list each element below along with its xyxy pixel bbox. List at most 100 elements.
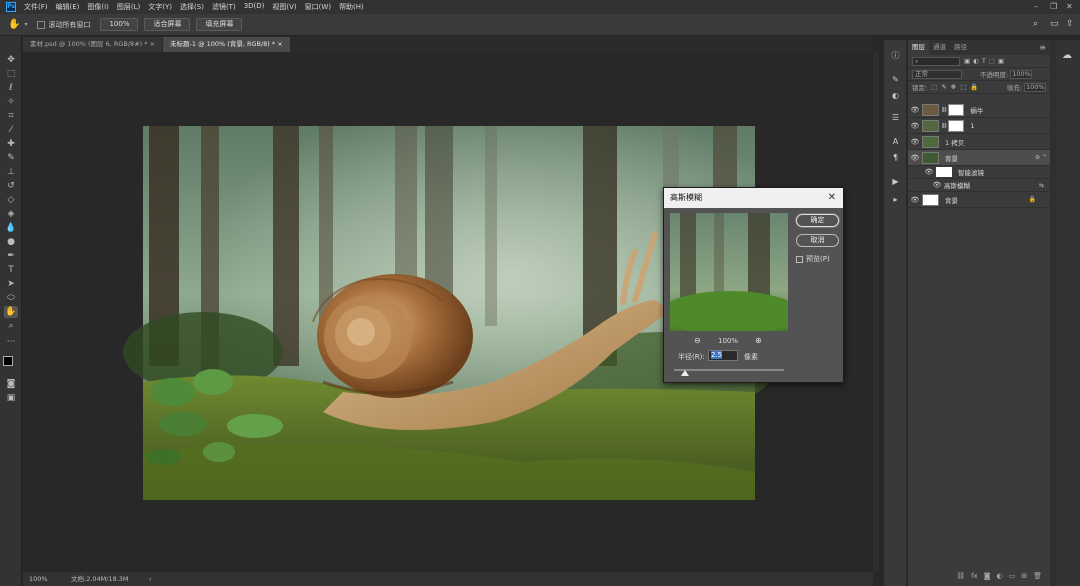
group-icon[interactable]: ▭ — [1009, 572, 1016, 582]
shape-tool-icon[interactable]: ⬭ — [4, 292, 18, 304]
blur-tool-icon[interactable]: 💧 — [4, 222, 18, 234]
eyedropper-icon[interactable]: ⁄ — [4, 124, 18, 136]
tab-document-1[interactable]: 素材.psd @ 100% (图层 6, RGB/8#) * × — [23, 37, 163, 52]
move-tool-icon[interactable]: ✥ — [4, 54, 18, 66]
radius-input[interactable]: 2.5 — [708, 350, 738, 361]
blend-mode-select[interactable]: 正常 — [912, 69, 962, 79]
menu-item-7[interactable]: 3D(D) — [244, 2, 265, 12]
crop-tool-icon[interactable]: ⌗ — [4, 110, 18, 122]
clone-stamp-icon[interactable]: ⊥ — [4, 166, 18, 178]
menu-item-8[interactable]: 视图(V) — [272, 2, 296, 12]
actions-icon[interactable]: ▶ — [890, 176, 901, 187]
visibility-eye-icon[interactable]: 👁 — [908, 122, 922, 130]
libraries-icon[interactable]: ☁ — [1062, 50, 1072, 61]
scroll-all-windows-checkbox[interactable]: 滚动所有窗口 — [37, 20, 90, 30]
screen-mode-icon[interactable]: ▣ — [4, 392, 18, 404]
zoom-in-icon[interactable]: ⊕ — [755, 336, 762, 345]
layer-1-copy[interactable]: 👁 1 拷贝 — [908, 134, 1050, 150]
menu-item-5[interactable]: 选择(S) — [180, 2, 204, 12]
workspace-icon[interactable]: ▭ — [1050, 19, 1059, 29]
link-layers-icon[interactable]: ⛓ — [956, 572, 965, 582]
menu-item-2[interactable]: 图像(I) — [87, 2, 109, 12]
marquee-tool-icon[interactable]: ⬚ — [4, 68, 18, 80]
zoom-100-button[interactable]: 100% — [100, 18, 139, 31]
hand-tool-icon[interactable]: ✋ — [8, 19, 20, 30]
filter-options-icon[interactable]: ⇆ — [1039, 182, 1044, 189]
smart-filters-row[interactable]: 👁 智能滤镜 — [908, 166, 1050, 179]
layer-mask-thumbnail[interactable] — [948, 119, 965, 132]
fx-icon[interactable]: fx — [971, 572, 978, 582]
menu-item-1[interactable]: 编辑(E) — [56, 2, 80, 12]
lasso-tool-icon[interactable]: ℓ — [4, 82, 18, 94]
magic-wand-icon[interactable]: ✧ — [4, 96, 18, 108]
tab-paths[interactable]: 路径 — [950, 40, 971, 55]
paragraph-icon[interactable]: ¶ — [890, 152, 901, 163]
layer-mask-thumbnail[interactable] — [948, 103, 965, 116]
more-tools-icon[interactable]: ··· — [4, 336, 18, 348]
layer-snail[interactable]: 👁 ⛓ 蜗牛 — [908, 102, 1050, 118]
quick-mask-icon[interactable]: ◙ — [4, 378, 18, 390]
close-icon[interactable]: ✕ — [828, 188, 836, 208]
opacity-input[interactable]: 100% — [1010, 69, 1033, 79]
fit-screen-button[interactable]: 适合屏幕 — [144, 18, 191, 31]
hand-tool-icon[interactable]: ✋ — [4, 306, 18, 318]
preview-checkbox[interactable]: 预览(P) — [796, 254, 830, 264]
visibility-eye-icon[interactable]: 👁 — [908, 138, 922, 146]
cancel-button[interactable]: 取消 — [796, 234, 839, 247]
filter-type-icons[interactable]: ▣◐T⬚▣ — [964, 57, 1007, 65]
close-icon[interactable]: ✕ — [1066, 2, 1073, 11]
adjustment-layer-icon[interactable]: ◐ — [997, 572, 1003, 582]
radius-slider-track[interactable] — [674, 369, 784, 371]
path-select-icon[interactable]: ➤ — [4, 278, 18, 290]
brush-settings-icon[interactable]: ✎ — [890, 74, 901, 85]
visibility-eye-icon[interactable]: 👁 — [930, 181, 944, 189]
healing-brush-icon[interactable]: ✚ — [4, 138, 18, 150]
smart-filter-badge-icon[interactable]: ⊛ — [1035, 154, 1040, 161]
paint-bucket-icon[interactable]: ◈ — [4, 208, 18, 220]
photoshop-logo[interactable]: Ps — [6, 2, 16, 12]
info-icon[interactable]: ⓘ — [890, 50, 901, 61]
fill-input[interactable]: 100% — [1024, 82, 1046, 92]
canvas-vertical-scrollbar[interactable] — [873, 52, 879, 572]
collapse-caret-icon[interactable]: ⌃ — [1042, 154, 1047, 161]
menu-item-10[interactable]: 帮助(H) — [339, 2, 364, 12]
character-icon[interactable]: A — [890, 136, 901, 147]
layer-background-smart[interactable]: 👁 背景 ⊛ ⌃ — [908, 150, 1050, 166]
smart-filter-gaussian-blur[interactable]: 👁 高斯模糊 ⇆ — [908, 179, 1050, 192]
pen-tool-icon[interactable]: ✒ — [4, 250, 18, 262]
zoom-tool-icon[interactable]: ⌕ — [4, 320, 18, 332]
eraser-tool-icon[interactable]: ◇ — [4, 194, 18, 206]
status-zoom[interactable]: 100% — [29, 572, 48, 586]
search-icon[interactable]: ⌕ — [1033, 19, 1038, 29]
radius-slider-thumb[interactable] — [681, 370, 689, 376]
history-icon[interactable]: ☰ — [890, 112, 901, 123]
tab-document-2[interactable]: 未标题-1 @ 100% (背景, RGB/8) * × — [163, 37, 290, 52]
tab-channels[interactable]: 通道 — [929, 40, 950, 55]
menu-item-4[interactable]: 文字(Y) — [148, 2, 172, 12]
visibility-eye-icon[interactable]: 👁 — [908, 196, 922, 204]
tool-preset-dropdown-icon[interactable]: ▾ — [24, 21, 27, 28]
restore-icon[interactable]: ❐ — [1050, 2, 1057, 11]
minimize-icon[interactable]: – — [1034, 2, 1038, 11]
visibility-eye-icon[interactable]: 👁 — [908, 106, 922, 114]
play-icon[interactable]: ▸ — [890, 194, 901, 205]
menu-item-9[interactable]: 窗口(W) — [305, 2, 331, 12]
share-icon[interactable]: ⇪ — [1066, 19, 1074, 29]
type-tool-icon[interactable]: T — [4, 264, 18, 276]
history-brush-icon[interactable]: ↺ — [4, 180, 18, 192]
filter-mask-thumbnail[interactable] — [936, 167, 952, 177]
status-arrow-icon[interactable]: › — [149, 572, 152, 586]
status-document-size[interactable]: 文档:2.04M/18.3M — [71, 572, 129, 586]
ok-button[interactable]: 确定 — [796, 214, 839, 227]
dodge-tool-icon[interactable]: ● — [4, 236, 18, 248]
add-mask-icon[interactable]: ◙ — [984, 572, 991, 582]
adjustments-icon[interactable]: ◐ — [890, 90, 901, 101]
menu-item-6[interactable]: 滤镜(T) — [212, 2, 236, 12]
tab-layers[interactable]: 图层 — [908, 40, 929, 55]
brush-tool-icon[interactable]: ✎ — [4, 152, 18, 164]
visibility-eye-icon[interactable]: 👁 — [908, 154, 922, 162]
delete-layer-icon[interactable]: 🗑 — [1033, 572, 1042, 582]
visibility-eye-icon[interactable]: 👁 — [922, 168, 936, 176]
layer-background[interactable]: 👁 背景 🔒 — [908, 192, 1050, 208]
foreground-color-swatch[interactable] — [3, 356, 13, 366]
